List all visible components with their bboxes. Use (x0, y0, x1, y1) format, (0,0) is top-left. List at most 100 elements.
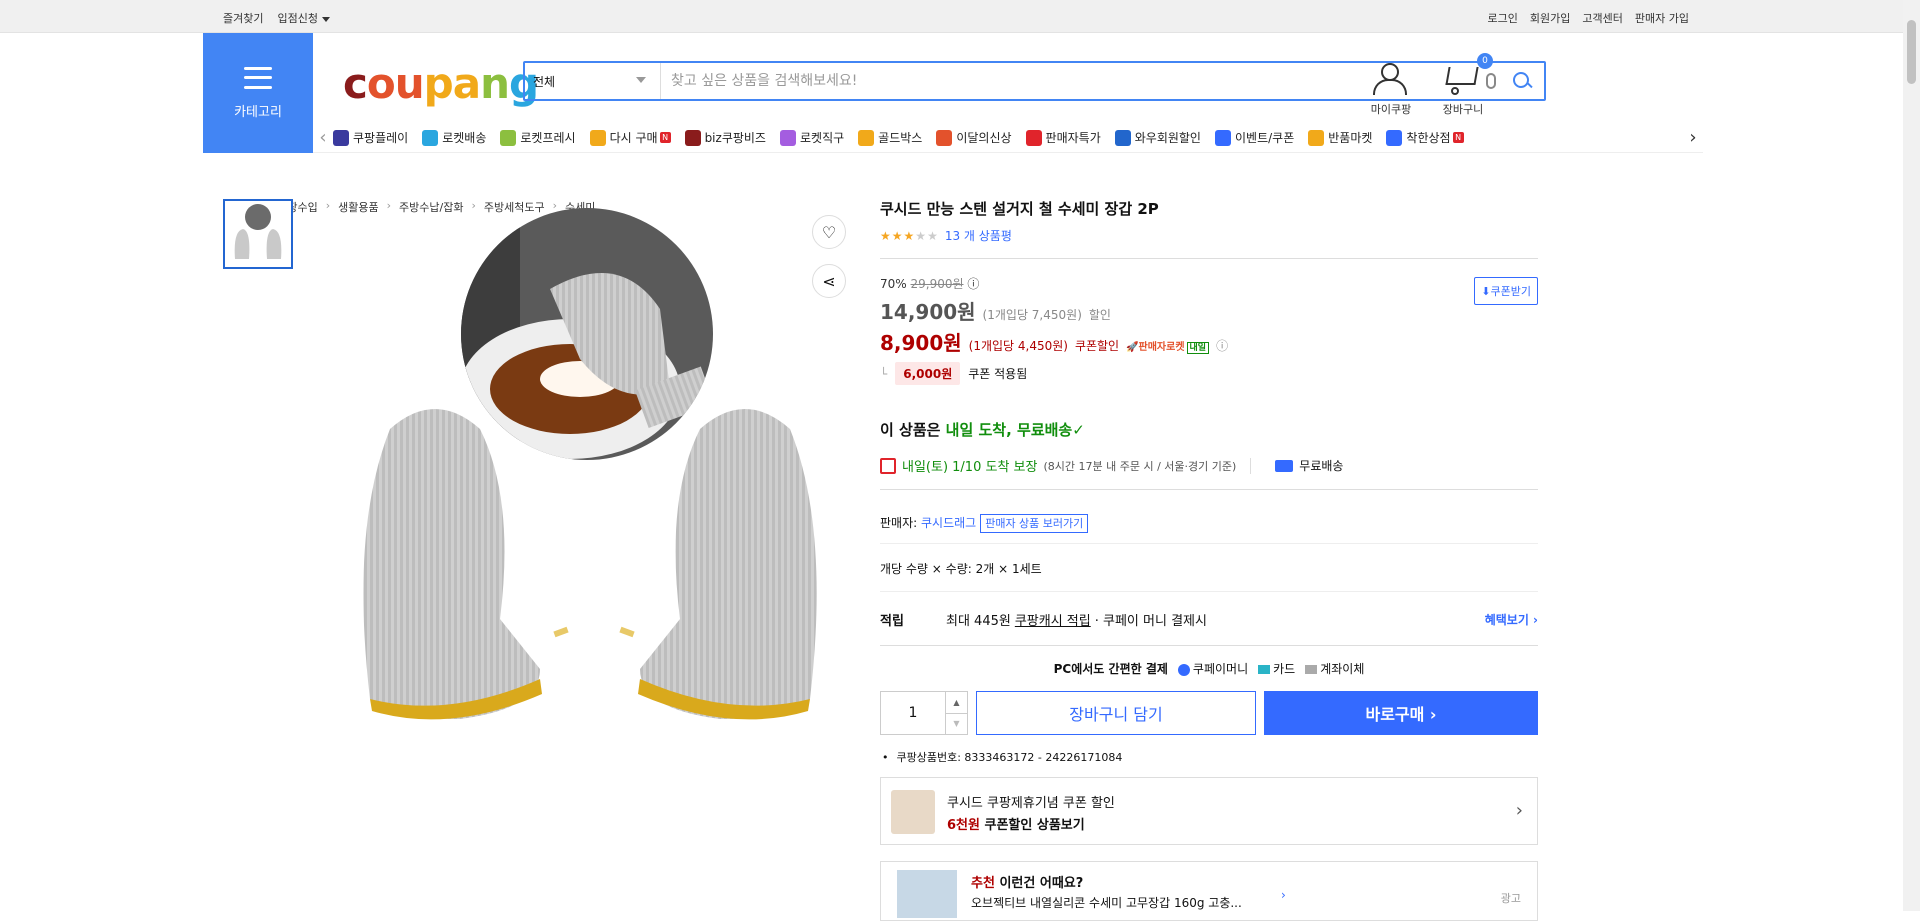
quicknav-icon (1386, 129, 1403, 146)
quicknav-item[interactable]: 로켓직구 (779, 129, 844, 146)
search-category-select[interactable]: 전체 (525, 63, 661, 99)
quicknav-item[interactable]: 쿠팡플레이 (333, 129, 408, 146)
quicknav-item[interactable]: 반품마켓 (1308, 129, 1372, 146)
mycoupang-button[interactable]: 마이쿠팡 (1361, 61, 1421, 117)
rocket-badge: 🚀판매자로켓 (1126, 342, 1185, 353)
quicknav-item[interactable]: 로켓프레시 (500, 129, 576, 146)
cart-icon: 0 (1433, 53, 1493, 97)
signup-link[interactable]: 회원가입 (1530, 10, 1570, 26)
quicknav-icon (684, 129, 701, 146)
quicknav-icon (500, 129, 517, 146)
calendar-icon (880, 457, 896, 474)
category-button[interactable]: 카테고리 (203, 33, 313, 153)
delivery-heading: 이 상품은 내일 도착, 무료배송✓ (880, 421, 1085, 439)
coupang-cash-link[interactable]: 쿠팡캐시 적립 (1015, 610, 1091, 629)
quicknav-icon (779, 129, 796, 146)
quicknav-item[interactable]: 다시 구매 N (589, 129, 671, 146)
star-icon: ★ (915, 228, 928, 243)
quicknav-item[interactable]: 와우회원할인 (1114, 129, 1201, 146)
buy-now-button[interactable]: 바로구매 › (1264, 691, 1538, 735)
new-badge: N (1452, 132, 1464, 143)
ad-label: 광고 (1500, 892, 1521, 905)
original-price: 29,900원 (910, 277, 964, 291)
info-icon[interactable]: ⓘ (967, 277, 979, 291)
payment-options: PC에서도 간편한 결제 쿠페이머니 카드 계좌이체 (1053, 660, 1365, 677)
bookmark-link[interactable]: 즐겨찾기 (223, 10, 263, 26)
new-badge: N (659, 132, 671, 143)
seller-name-link[interactable]: 쿠시드래그 (921, 516, 976, 530)
scrollbar[interactable] (1903, 0, 1920, 911)
quicknav-icon (422, 129, 439, 146)
coupay-icon (1177, 663, 1190, 676)
search-icon[interactable] (1512, 71, 1532, 91)
star-icon: ★ (880, 228, 892, 243)
rating-stars: ★★★★★ (880, 229, 939, 243)
login-link[interactable]: 로그인 (1488, 10, 1518, 26)
recommendation-ad[interactable]: 추천 이런건 어때요? 오브젝티브 내열실리콘 수세미 고무장갑 160g 고충… (880, 861, 1538, 921)
coupon-unit-price: (1개입당 4,450원) (968, 339, 1068, 353)
coupon-suffix: 쿠폰할인 (1074, 339, 1120, 353)
bank-icon (1305, 665, 1318, 674)
coupang-logo[interactable]: coupang (343, 59, 539, 108)
price-block: 70% 29,900원 ⓘ 14,900원 (1개입당 7,450원) 할인 8… (880, 259, 1538, 385)
discount-rate: 70% (880, 277, 907, 291)
add-to-cart-button[interactable]: 장바구니 담기 (976, 691, 1256, 735)
quicknav-item[interactable]: 이달의신상 (936, 129, 1012, 146)
customer-center-link[interactable]: 고객센터 (1582, 10, 1622, 26)
rating-row[interactable]: ★★★★★ 13 개 상품평 (880, 227, 1538, 244)
bank-transfer-option: 계좌이체 (1305, 660, 1364, 677)
seller-signup-link[interactable]: 판매자 가입 (1635, 10, 1689, 26)
header: 카테고리 coupang 전체 마이쿠팡 0 장바구니 ‹ 쿠팡플레이 로켓배송 로… (203, 33, 1703, 153)
heart-icon[interactable]: ♡ (812, 215, 846, 249)
star-icon: ★ (891, 228, 904, 243)
product-code: 쿠팡상품번호: 8333463172 - 24226171084 (880, 749, 1538, 765)
card-option: 카드 (1258, 660, 1295, 677)
quicknav-icon (589, 129, 606, 146)
product-thumbnail[interactable] (223, 199, 293, 269)
share-icon[interactable]: ⋖ (812, 264, 846, 298)
chevron-right-icon: › (1281, 888, 1286, 902)
benefits-link[interactable]: 혜택보기 › (1485, 611, 1538, 628)
delivery-note: (8시간 17분 내 주문 시 / 서울·경기 기준) (1043, 459, 1237, 473)
quicknav-icon (936, 129, 953, 146)
decrease-icon[interactable]: ▼ (946, 712, 967, 735)
increase-icon[interactable]: ▲ (946, 692, 967, 713)
coupon-amount-pill: 6,000원 (895, 362, 961, 385)
seller-row: 판매자: 쿠시드래그 판매자 상품 보러가기 (880, 514, 1538, 544)
chevron-right-icon: › (325, 199, 331, 212)
coupon-download-button[interactable]: ⬇쿠폰받기 (1474, 277, 1538, 305)
sale-price: 14,900원 (880, 300, 976, 324)
free-shipping-label: 무료배송 (1299, 459, 1344, 473)
coupon-promo-banner[interactable]: 쿠시드 쿠팡제휴기념 쿠폰 할인 6천원 쿠폰할인 상품보기 › (880, 777, 1538, 845)
quicknav-item[interactable]: 착한상점 N (1386, 129, 1464, 146)
dropdown-arrow-icon (636, 77, 646, 83)
star-icon: ★ (903, 228, 916, 243)
quicknav-item[interactable]: 이벤트/쿠폰 (1214, 129, 1294, 146)
seller-apply-link[interactable]: 입점신청 (277, 10, 330, 26)
chevron-left-icon[interactable]: ‹ (313, 127, 333, 148)
seller-products-button[interactable]: 판매자 상품 보러가기 (980, 514, 1089, 533)
quicknav-icon (1114, 129, 1131, 146)
quantity-value[interactable]: 1 (881, 692, 945, 734)
quicknav-item[interactable]: biz쿠팡비즈 (684, 129, 766, 146)
quicknav-item[interactable]: 로켓배송 (422, 129, 486, 146)
hamburger-icon (244, 66, 272, 89)
product-title: 쿠시드 만능 스텐 설거지 철 수세미 장갑 2P (880, 200, 1159, 218)
quantity-stepper[interactable]: 1 ▲ ▼ (880, 691, 968, 735)
delivery-date: 내일(토) 1/10 도착 보장 (902, 460, 1038, 475)
quick-nav: ‹ 쿠팡플레이 로켓배송 로켓프레시 다시 구매 N biz쿠팡비즈 로켓직구 골드박스 이달의… (313, 123, 1703, 153)
quicknav-item[interactable]: 판매자특가 (1025, 129, 1101, 146)
points-row: 적립 최대 445원 쿠팡캐시 적립 · 쿠페이 머니 결제시 혜택보기 › (880, 592, 1538, 646)
chevron-right-icon[interactable]: › (1683, 127, 1703, 148)
recommendation-item: 오브젝티브 내열실리콘 수세미 고무장갑 160g 고충... (971, 896, 1242, 910)
glove-thumbnail-image (225, 201, 291, 267)
info-icon[interactable]: ⓘ (1216, 339, 1228, 353)
check-icon: ✓ (1072, 421, 1085, 439)
review-count-link[interactable]: 13 개 상품평 (945, 227, 1012, 244)
purchase-row: 1 ▲ ▼ 장바구니 담기 바로구매 › (880, 691, 1538, 735)
cart-button[interactable]: 0 장바구니 (1433, 53, 1493, 117)
quicknav-item[interactable]: 골드박스 (858, 129, 922, 146)
quicknav-icon (1025, 129, 1042, 146)
delivery-info: 내일(토) 1/10 도착 보장 (8시간 17분 내 주문 시 / 서울·경기… (880, 456, 1538, 475)
tomorrow-tag: 내일 (1186, 342, 1210, 354)
